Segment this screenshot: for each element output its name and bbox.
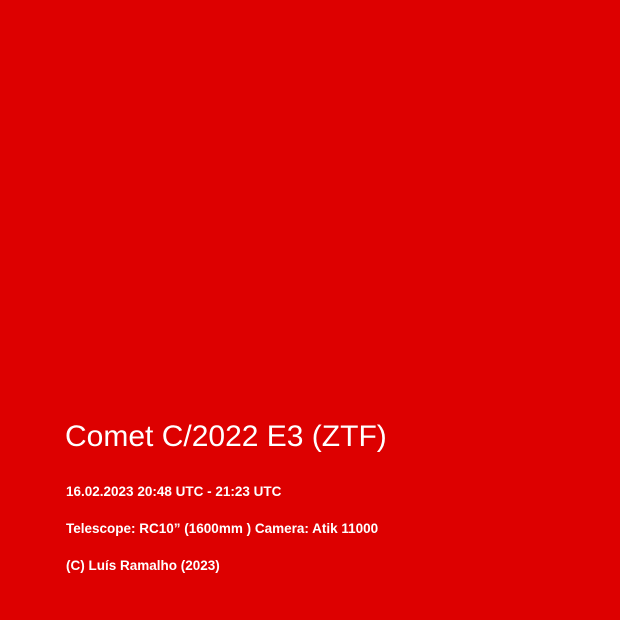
copyright-credit: (C) Luís Ramalho (2023) [66,558,220,573]
observation-date-range: 16.02.2023 20:48 UTC - 21:23 UTC [66,484,282,499]
equipment-info: Telescope: RC10” (1600mm ) Camera: Atik … [66,521,379,536]
red-cover-card: Comet C/2022 E3 (ZTF) 16.02.2023 20:48 U… [0,0,620,620]
comet-title: Comet C/2022 E3 (ZTF) [65,420,387,453]
